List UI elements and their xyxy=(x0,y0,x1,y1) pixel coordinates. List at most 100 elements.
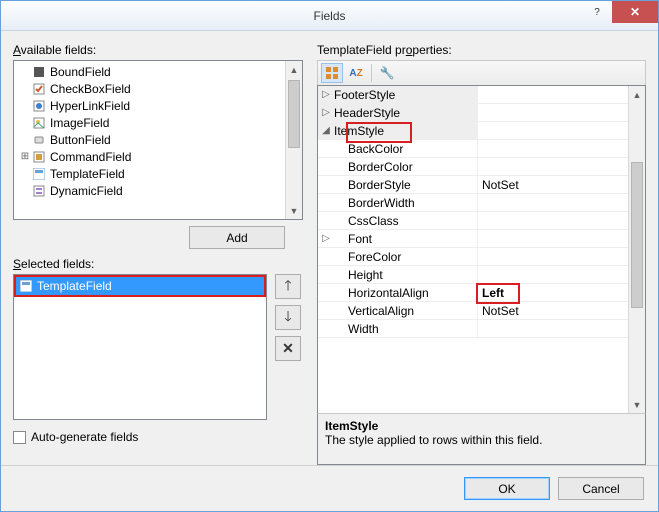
available-item-buttonfield[interactable]: ButtonField xyxy=(14,131,285,148)
property-value[interactable] xyxy=(478,194,628,211)
properties-label: TemplateField properties: xyxy=(317,43,646,57)
property-value[interactable]: Left xyxy=(478,284,628,301)
autogenerate-checkbox[interactable] xyxy=(13,431,26,444)
property-value[interactable] xyxy=(478,230,628,247)
property-row-headerstyle[interactable]: ▷HeaderStyle xyxy=(318,104,628,122)
available-scrollbar[interactable]: ▲ ▼ xyxy=(285,61,302,219)
window-buttons: ? ✕ xyxy=(582,1,658,23)
categorized-button[interactable] xyxy=(321,63,343,83)
help-button[interactable]: ? xyxy=(582,1,612,23)
hyperlinkfield-icon xyxy=(32,100,46,112)
description-text: The style applied to rows within this fi… xyxy=(325,433,638,447)
property-name: BackColor xyxy=(348,142,403,156)
property-value[interactable] xyxy=(478,86,628,103)
description-pane: ItemStyle The style applied to rows with… xyxy=(317,413,646,465)
boundfield-icon xyxy=(32,66,46,78)
property-pages-button[interactable]: 🔧 xyxy=(376,63,398,83)
property-name: BorderStyle xyxy=(348,178,411,192)
property-value[interactable] xyxy=(478,158,628,175)
available-item-commandfield[interactable]: ⊞ CommandField xyxy=(14,148,285,165)
property-expander[interactable]: ▷ xyxy=(318,89,334,100)
property-row-width[interactable]: Width xyxy=(318,320,628,338)
property-grid[interactable]: ▷FooterStyle▷HeaderStyle◢ItemStyleBackCo… xyxy=(317,85,646,414)
alphabetical-button[interactable]: AZ xyxy=(345,63,367,83)
scroll-down-icon[interactable]: ▼ xyxy=(629,396,645,413)
property-row-bordercolor[interactable]: BorderColor xyxy=(318,158,628,176)
available-item-dynamicfield[interactable]: DynamicField xyxy=(14,182,285,199)
add-button[interactable]: Add xyxy=(189,226,285,249)
property-row-footerstyle[interactable]: ▷FooterStyle xyxy=(318,86,628,104)
property-expander[interactable]: ◢ xyxy=(318,125,334,136)
commandfield-icon xyxy=(32,151,46,163)
window-title: Fields xyxy=(1,9,658,23)
property-expander[interactable]: ▷ xyxy=(318,107,334,118)
available-item-imagefield[interactable]: ImageField xyxy=(14,114,285,131)
fields-dialog: Fields ? ✕ Available fields: BoundFieldC… xyxy=(0,0,659,512)
dynamicfield-icon xyxy=(32,185,46,197)
checkboxfield-icon xyxy=(32,83,46,95)
ok-button[interactable]: OK xyxy=(464,477,550,500)
autogenerate-row[interactable]: Auto-generate fields xyxy=(13,430,303,444)
available-item-label: ImageField xyxy=(50,116,109,130)
scroll-down-icon[interactable]: ▼ xyxy=(286,202,302,219)
scroll-thumb[interactable] xyxy=(288,80,300,148)
property-value[interactable] xyxy=(478,248,628,265)
selected-fields-label: Selected fields: xyxy=(13,257,303,271)
property-row-verticalalign[interactable]: VerticalAlign NotSet xyxy=(318,302,628,320)
property-row-forecolor[interactable]: ForeColor xyxy=(318,248,628,266)
available-item-label: CommandField xyxy=(50,150,131,164)
property-row-itemstyle[interactable]: ◢ItemStyle xyxy=(318,122,628,140)
selected-item-label: TemplateField xyxy=(37,279,112,293)
dialog-footer: OK Cancel xyxy=(1,465,658,511)
property-value[interactable] xyxy=(478,122,628,139)
available-fields-list[interactable]: BoundFieldCheckBoxField HyperLinkField Ima… xyxy=(13,60,303,220)
property-name: ForeColor xyxy=(348,250,401,264)
property-toolbar: AZ 🔧 xyxy=(317,60,646,86)
delete-icon: ✕ xyxy=(282,340,294,357)
property-scrollbar[interactable]: ▲ ▼ xyxy=(628,86,645,413)
toolbar-separator xyxy=(371,64,372,82)
available-item-hyperlinkfield[interactable]: HyperLinkField xyxy=(14,97,285,114)
property-row-borderstyle[interactable]: BorderStyle NotSet xyxy=(318,176,628,194)
property-value[interactable]: NotSet xyxy=(478,176,628,193)
cancel-button[interactable]: Cancel xyxy=(558,477,644,500)
property-value[interactable] xyxy=(478,320,628,337)
available-item-boundfield[interactable]: BoundField xyxy=(14,63,285,80)
property-value[interactable] xyxy=(478,104,628,121)
move-down-button[interactable]: 🡓 xyxy=(275,305,301,330)
move-up-button[interactable]: 🡑 xyxy=(275,274,301,299)
available-item-label: HyperLinkField xyxy=(50,99,130,113)
property-row-horizontalalign[interactable]: HorizontalAlignLeft xyxy=(318,284,628,302)
scroll-up-icon[interactable]: ▲ xyxy=(286,61,302,78)
property-value[interactable] xyxy=(478,266,628,283)
property-row-cssclass[interactable]: CssClass xyxy=(318,212,628,230)
property-row-font[interactable]: ▷Font xyxy=(318,230,628,248)
property-name: VerticalAlign xyxy=(348,304,414,318)
tree-expander[interactable]: ⊞ xyxy=(18,151,32,162)
available-item-templatefield[interactable]: TemplateField xyxy=(14,165,285,182)
property-row-backcolor[interactable]: BackColor xyxy=(318,140,628,158)
property-value[interactable]: NotSet xyxy=(478,302,628,319)
scroll-thumb[interactable] xyxy=(631,162,643,309)
description-title: ItemStyle xyxy=(325,419,638,433)
property-name: HeaderStyle xyxy=(334,106,400,120)
property-row-height[interactable]: Height xyxy=(318,266,628,284)
available-item-label: ButtonField xyxy=(50,133,111,147)
property-expander[interactable]: ▷ xyxy=(318,233,334,244)
close-button[interactable]: ✕ xyxy=(612,1,658,23)
selected-item-templatefield[interactable]: TemplateField xyxy=(16,277,264,295)
property-row-borderwidth[interactable]: BorderWidth xyxy=(318,194,628,212)
property-value[interactable] xyxy=(478,140,628,157)
property-value[interactable] xyxy=(478,212,628,229)
delete-button[interactable]: ✕ xyxy=(275,336,301,361)
available-item-checkboxfield[interactable]: CheckBoxField xyxy=(14,80,285,97)
left-column: Available fields: BoundFieldCheckBoxFiel… xyxy=(13,41,303,465)
scroll-up-icon[interactable]: ▲ xyxy=(629,86,645,103)
categorized-icon xyxy=(325,66,339,80)
alphabetical-icon: AZ xyxy=(349,68,362,79)
selected-fields-list[interactable]: TemplateField xyxy=(13,274,267,420)
templatefield-icon xyxy=(19,280,33,292)
property-name: ItemStyle xyxy=(334,124,384,138)
buttonfield-icon xyxy=(32,134,46,146)
arrow-down-icon: 🡓 xyxy=(284,306,291,330)
